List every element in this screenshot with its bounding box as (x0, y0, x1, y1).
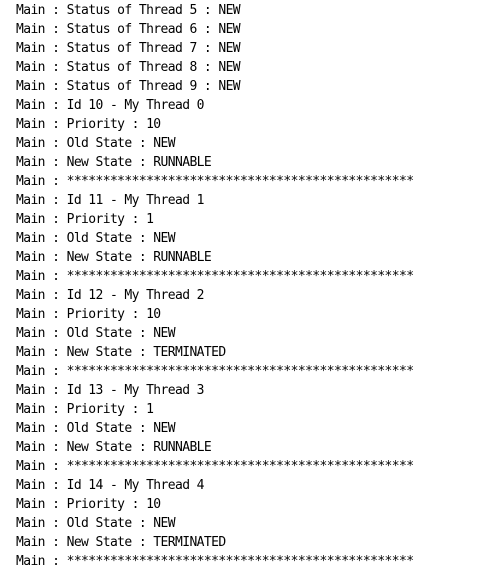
console-line: Main : Old State : NEW (16, 326, 176, 341)
console-line: Main : New State : RUNNABLE (16, 440, 212, 455)
console-separator-line: Main : *********************************… (16, 459, 414, 474)
console-line: Main : Id 11 - My Thread 1 (16, 193, 205, 208)
console-line: Main : Status of Thread 7 : NEW (16, 41, 241, 56)
console-line: Main : Old State : NEW (16, 231, 176, 246)
console-line: Main : Priority : 1 (16, 212, 154, 227)
console-output[interactable]: Main : Status of Thread 5 : NEW Main : S… (0, 0, 495, 574)
console-line: Main : Priority : 10 (16, 307, 161, 322)
console-line: Main : Id 10 - My Thread 0 (16, 98, 205, 113)
console-line: Main : Priority : 10 (16, 497, 161, 512)
console-line: Main : Old State : NEW (16, 421, 176, 436)
console-separator-line: Main : *********************************… (16, 269, 414, 284)
console-separator-line: Main : *********************************… (16, 174, 414, 189)
console-line: Main : New State : TERMINATED (16, 345, 226, 360)
console-line: Main : New State : RUNNABLE (16, 155, 212, 170)
console-line: Main : Priority : 1 (16, 402, 154, 417)
console-line: Main : Old State : NEW (16, 136, 176, 151)
console-separator-line: Main : *********************************… (16, 364, 414, 379)
console-line: Main : Status of Thread 6 : NEW (16, 22, 241, 37)
console-line: Main : Old State : NEW (16, 516, 176, 531)
console-line: Main : Status of Thread 9 : NEW (16, 79, 241, 94)
console-line: Main : New State : RUNNABLE (16, 250, 212, 265)
console-separator-line: Main : *********************************… (16, 554, 414, 569)
console-line: Main : Id 13 - My Thread 3 (16, 383, 205, 398)
console-line: Main : Status of Thread 8 : NEW (16, 60, 241, 75)
console-line: Main : New State : TERMINATED (16, 535, 226, 550)
console-line: Main : Id 14 - My Thread 4 (16, 478, 205, 493)
console-line: Main : Priority : 10 (16, 117, 161, 132)
console-line: Main : Id 12 - My Thread 2 (16, 288, 205, 303)
console-line: Main : Status of Thread 5 : NEW (16, 3, 241, 18)
